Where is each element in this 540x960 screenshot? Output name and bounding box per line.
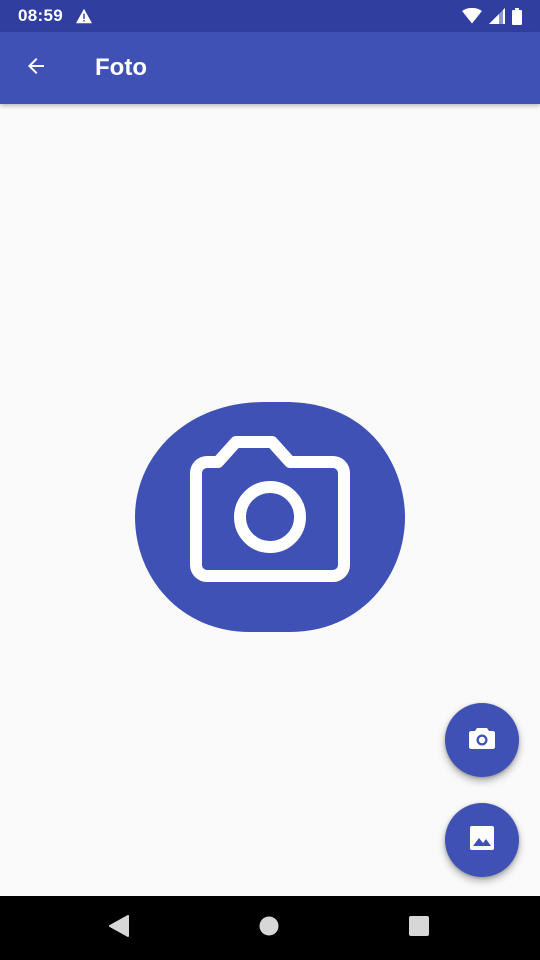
signal-icon <box>489 8 505 24</box>
nav-recents-icon <box>409 915 429 941</box>
status-time: 08:59 <box>18 6 63 25</box>
camera-icon <box>469 726 495 755</box>
warning-icon <box>75 8 93 24</box>
battery-icon <box>512 7 522 25</box>
pick-from-gallery-button[interactable] <box>445 803 519 877</box>
content-area <box>0 104 540 896</box>
photo-placeholder[interactable] <box>135 402 405 632</box>
nav-home-button[interactable] <box>250 910 288 946</box>
app-bar: Foto <box>0 32 540 104</box>
nav-back-button[interactable] <box>100 910 138 946</box>
status-bar: 08:59 <box>0 0 540 32</box>
system-nav-bar <box>0 896 540 960</box>
take-photo-button[interactable] <box>445 703 519 777</box>
page-title: Foto <box>95 54 147 81</box>
camera-icon <box>135 402 405 632</box>
nav-home-icon <box>259 916 279 941</box>
wifi-icon <box>462 8 482 24</box>
back-button[interactable] <box>0 32 72 104</box>
nav-recents-button[interactable] <box>400 910 438 946</box>
arrow-back-icon <box>24 54 48 83</box>
image-icon <box>470 825 494 855</box>
nav-back-icon <box>109 914 129 942</box>
